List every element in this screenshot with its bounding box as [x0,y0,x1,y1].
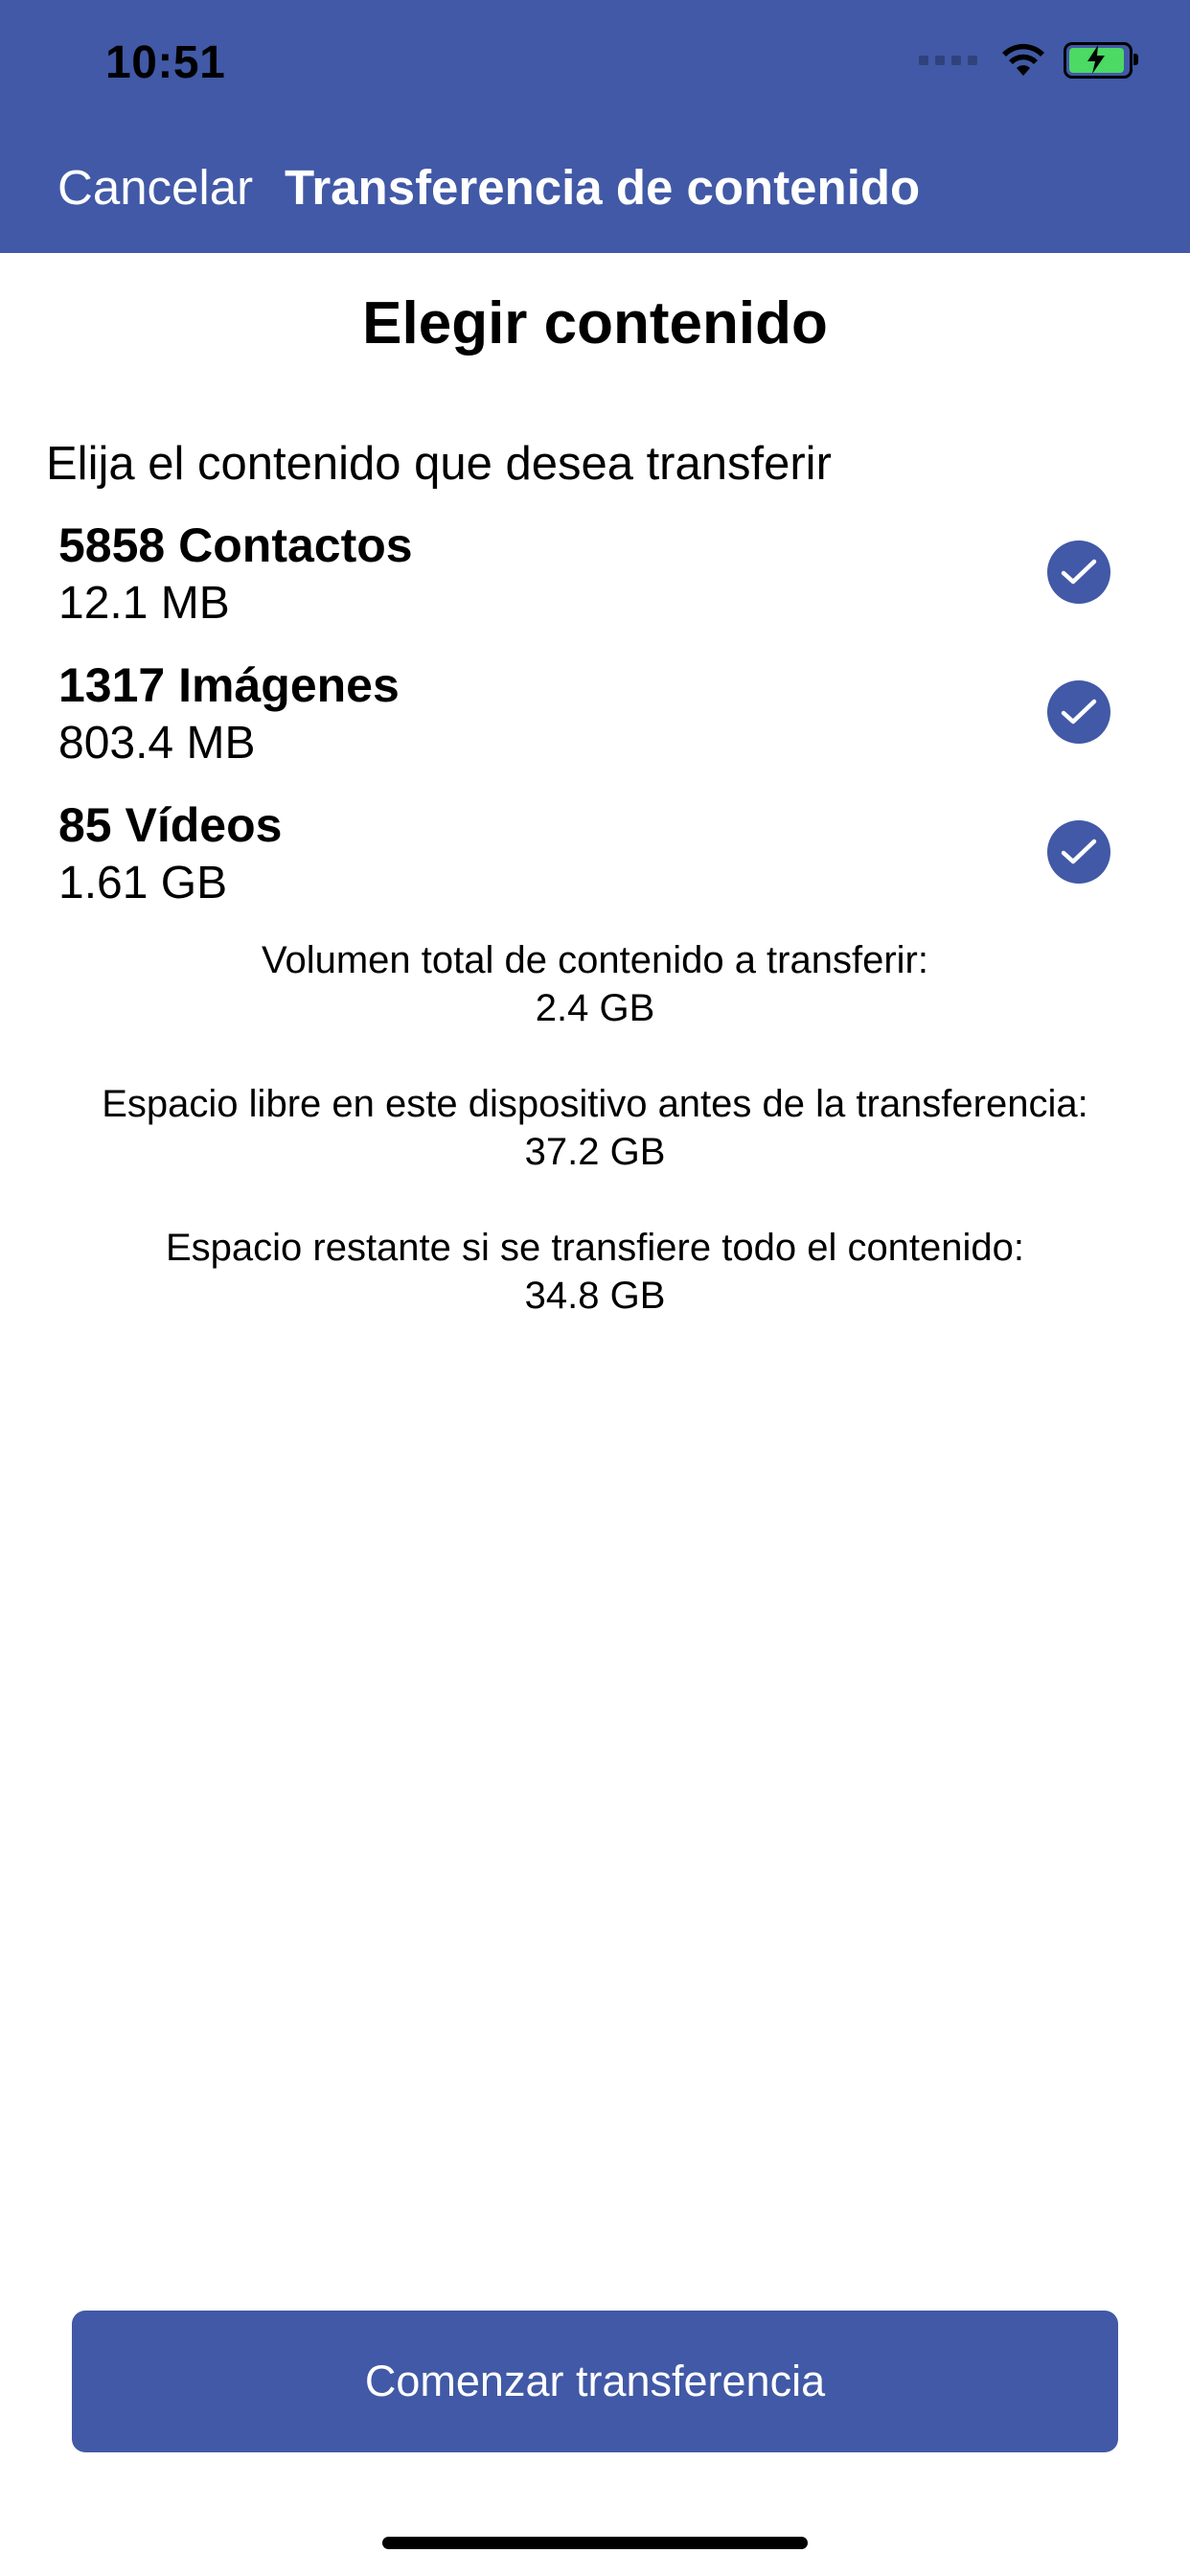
battery-icon [1064,42,1138,79]
charging-bolt-icon [1087,45,1105,74]
free-space-block: Espacio libre en este dispositivo antes … [0,1080,1190,1176]
cellular-signal-icon [919,56,977,65]
free-space-value: 37.2 GB [524,1131,666,1173]
total-volume-label: Volumen total de contenido a transferir: [262,939,928,981]
checkmark-icon[interactable] [1047,540,1110,604]
wifi-icon [1002,43,1044,76]
remaining-space-value: 34.8 GB [524,1275,666,1317]
remaining-space-block: Espacio restante si se transfiere todo e… [0,1224,1190,1320]
free-space-label: Espacio libre en este dispositivo antes … [102,1083,1088,1125]
total-volume-value: 2.4 GB [535,987,655,1029]
status-time: 10:51 [105,37,226,88]
list-item-videos[interactable]: 85 Vídeos 1.61 GB [0,797,1190,937]
cancel-button[interactable]: Cancelar [57,159,253,216]
list-item-images[interactable]: 1317 Imágenes 803.4 MB [0,657,1190,797]
item-size: 803.4 MB [58,718,256,769]
subtitle: Elija el contenido que desea transferir [46,438,832,490]
item-size: 1.61 GB [58,858,228,908]
list-item-contacts[interactable]: 5858 Contactos 12.1 MB [0,518,1190,657]
item-title: 1317 Imágenes [58,658,400,712]
nav-title: Transferencia de contenido [285,160,921,215]
content-list: 5858 Contactos 12.1 MB 1317 Imágenes 803… [0,518,1190,937]
item-title: 5858 Contactos [58,518,413,572]
start-transfer-button[interactable]: Comenzar transferencia [72,2311,1118,2452]
header-bar: 10:51 Cancelar Transferencia de contenid… [0,0,1190,253]
remaining-space-label: Espacio restante si se transfiere todo e… [165,1227,1025,1269]
home-indicator[interactable] [382,2537,808,2549]
page-title: Elegir contenido [362,290,828,356]
checkmark-icon[interactable] [1047,680,1110,744]
status-indicators [919,42,1138,79]
item-size: 12.1 MB [58,578,230,629]
item-title: 85 Vídeos [58,798,283,852]
total-volume-block: Volumen total de contenido a transferir:… [0,936,1190,1032]
checkmark-icon[interactable] [1047,820,1110,884]
